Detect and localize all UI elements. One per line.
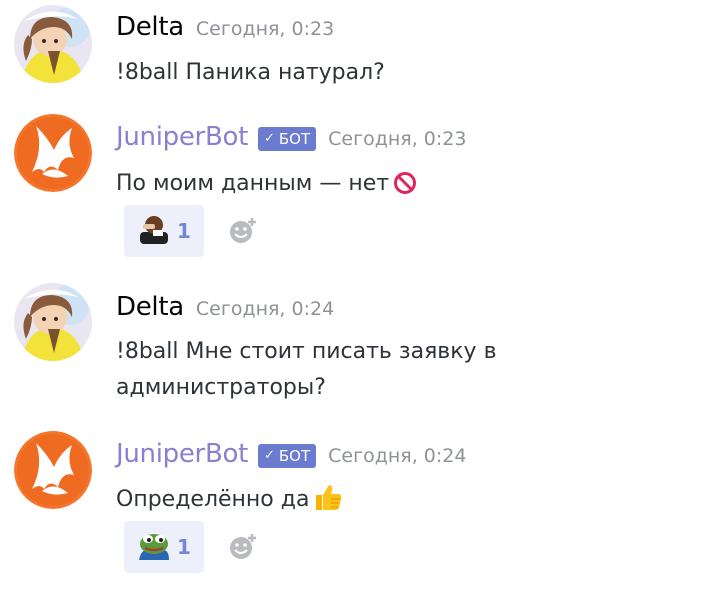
anime-avatar-icon	[14, 5, 92, 83]
message-content: !8ball Паника натурал?	[116, 55, 676, 91]
reaction-count: 1	[177, 219, 191, 243]
message-text: Определённо да	[116, 487, 310, 512]
add-emoji-icon	[230, 218, 256, 243]
reaction-pepe[interactable]: 1	[124, 521, 204, 573]
avatar-delta[interactable]	[14, 5, 92, 83]
avatar-delta[interactable]	[14, 283, 92, 361]
reactions-bar: 1	[124, 521, 260, 573]
message-text: !8ball Паника натурал?	[116, 60, 385, 85]
message-text: По моим данным — нет	[116, 171, 390, 196]
no-entry-icon	[393, 171, 417, 207]
author-name[interactable]: JuniperBot	[116, 122, 248, 152]
add-reaction-button[interactable]	[226, 530, 260, 564]
bot-badge-label: БОТ	[278, 446, 311, 465]
author-name[interactable]: JuniperBot	[116, 439, 248, 469]
message-timestamp: Сегодня, 0:23	[328, 128, 467, 150]
author-name[interactable]: Delta	[116, 292, 184, 322]
message-timestamp: Сегодня, 0:23	[195, 18, 335, 40]
facepalm-man-icon	[137, 214, 171, 248]
check-icon: ✓	[263, 131, 275, 146]
add-emoji-icon	[230, 534, 256, 559]
thumbs-up-icon	[313, 483, 343, 523]
fox-logo-icon	[14, 114, 92, 192]
reaction-count: 1	[177, 535, 191, 559]
author-name[interactable]: Delta	[116, 12, 184, 42]
bot-badge: ✓ БОТ	[257, 443, 317, 468]
avatar-juniperbot[interactable]	[14, 114, 92, 192]
message-timestamp: Сегодня, 0:24	[195, 298, 335, 320]
pepe-frog-icon	[137, 530, 171, 564]
fox-logo-icon	[14, 431, 92, 509]
reaction-facepalm[interactable]: 1	[124, 205, 204, 257]
reactions-bar: 1	[124, 205, 260, 257]
bot-badge-label: БОТ	[278, 129, 311, 148]
add-reaction-button[interactable]	[226, 214, 260, 248]
anime-avatar-icon	[14, 283, 92, 361]
avatar-juniperbot[interactable]	[14, 431, 92, 509]
check-icon: ✓	[263, 448, 275, 463]
bot-badge: ✓ БОТ	[257, 126, 317, 151]
message-text: !8ball Мне стоит писать заявку в админис…	[116, 339, 497, 400]
message-timestamp: Сегодня, 0:24	[328, 445, 467, 467]
message-content: Определённо да	[116, 482, 676, 523]
message-content: По моим данным — нет	[116, 166, 676, 207]
message-content: !8ball Мне стоит писать заявку в админис…	[116, 334, 556, 406]
